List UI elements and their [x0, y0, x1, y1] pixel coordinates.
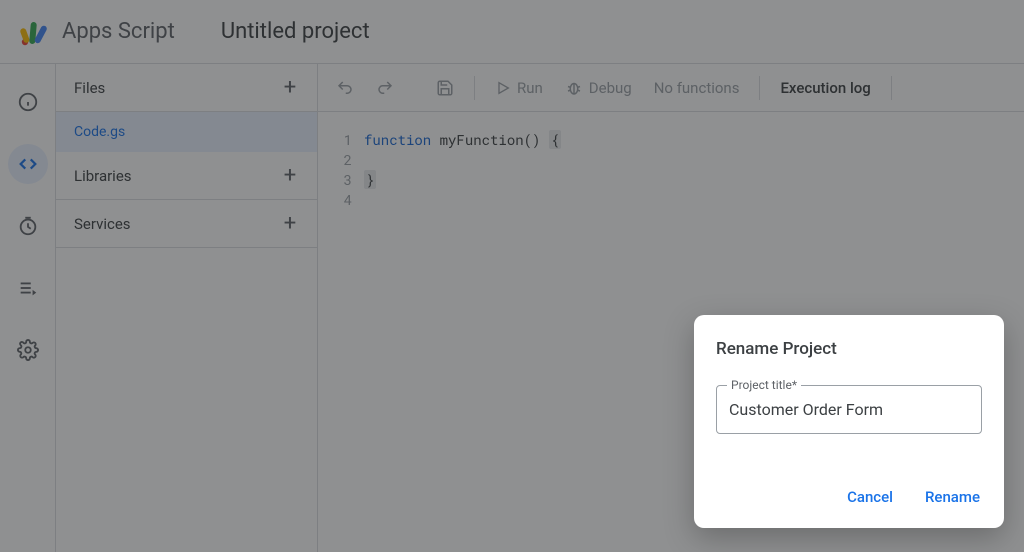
field-label: Project title* [727, 378, 801, 392]
project-title-field[interactable]: Project title* [716, 385, 982, 434]
rename-project-dialog: Rename Project Project title* Cancel Ren… [694, 315, 1004, 528]
rename-button[interactable]: Rename [923, 482, 982, 512]
dialog-actions: Cancel Rename [716, 482, 982, 512]
dialog-title: Rename Project [716, 339, 982, 359]
cancel-button[interactable]: Cancel [845, 482, 895, 512]
project-title-input[interactable] [729, 400, 969, 419]
